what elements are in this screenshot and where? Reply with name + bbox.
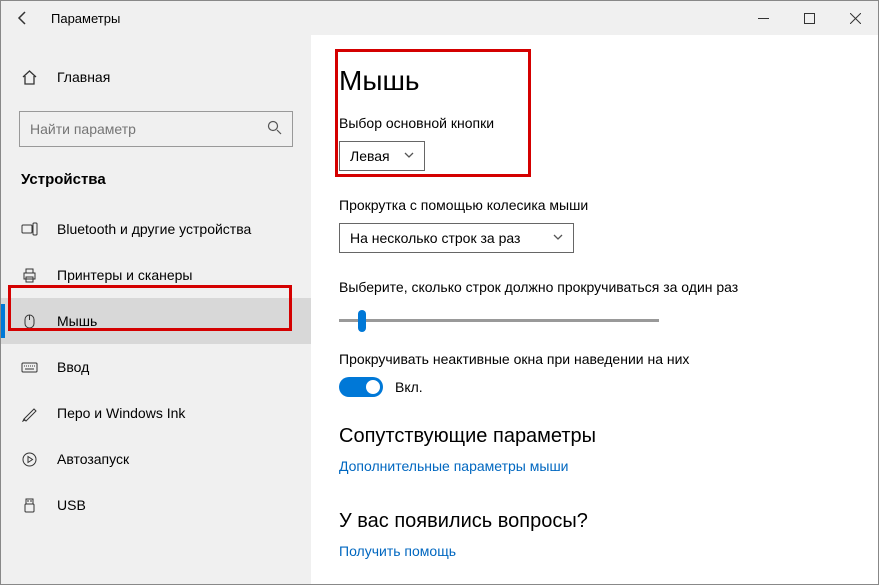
sidebar-item-usb[interactable]: USB bbox=[1, 482, 311, 528]
scroll-dropdown[interactable]: На несколько строк за раз bbox=[339, 223, 574, 253]
dropdown-value: На несколько строк за раз bbox=[350, 230, 520, 246]
printer-icon bbox=[21, 267, 39, 284]
keyboard-icon bbox=[21, 359, 39, 376]
sidebar-item-label: Мышь bbox=[57, 313, 97, 329]
sidebar-item-label: Перо и Windows Ink bbox=[57, 405, 185, 421]
inactive-toggle[interactable] bbox=[339, 377, 383, 397]
sidebar-item-autoplay[interactable]: Автозапуск bbox=[1, 436, 311, 482]
sidebar-item-label: Принтеры и сканеры bbox=[57, 267, 192, 283]
primary-button-label: Выбор основной кнопки bbox=[339, 115, 850, 131]
search-input[interactable] bbox=[30, 121, 244, 137]
lines-label: Выберите, сколько строк должно прокручив… bbox=[339, 279, 850, 295]
back-button[interactable] bbox=[1, 1, 45, 35]
related-link[interactable]: Дополнительные параметры мыши bbox=[339, 458, 850, 474]
scroll-label: Прокрутка с помощью колесика мыши bbox=[339, 197, 850, 213]
chevron-down-icon bbox=[404, 150, 414, 162]
sidebar-item-pen[interactable]: Перо и Windows Ink bbox=[1, 390, 311, 436]
sidebar-item-typing[interactable]: Ввод bbox=[1, 344, 311, 390]
mouse-icon bbox=[21, 313, 39, 330]
chevron-down-icon bbox=[553, 232, 563, 244]
sidebar-home-label: Главная bbox=[57, 69, 110, 85]
search-icon bbox=[267, 120, 282, 139]
sidebar-item-label: Автозапуск bbox=[57, 451, 129, 467]
autoplay-icon bbox=[21, 451, 39, 468]
pen-icon bbox=[21, 405, 39, 422]
close-button[interactable] bbox=[832, 1, 878, 35]
sidebar-home[interactable]: Главная bbox=[1, 57, 311, 97]
sidebar-heading: Устройства bbox=[1, 167, 311, 206]
lines-slider[interactable] bbox=[339, 319, 659, 322]
sidebar: Главная Устройства Bluetooth и другие ус… bbox=[1, 35, 311, 584]
sidebar-item-label: Ввод bbox=[57, 359, 89, 375]
minimize-button[interactable] bbox=[740, 1, 786, 35]
maximize-button[interactable] bbox=[786, 1, 832, 35]
devices-icon bbox=[21, 221, 39, 238]
toggle-label: Вкл. bbox=[395, 379, 423, 395]
sidebar-item-bluetooth[interactable]: Bluetooth и другие устройства bbox=[1, 206, 311, 252]
search-input-wrap[interactable] bbox=[19, 111, 293, 147]
primary-button-dropdown[interactable]: Левая bbox=[339, 141, 425, 171]
sidebar-item-mouse[interactable]: Мышь bbox=[1, 298, 311, 344]
help-heading: У вас появились вопросы? bbox=[339, 510, 850, 533]
sidebar-item-label: USB bbox=[57, 497, 86, 513]
help-link[interactable]: Получить помощь bbox=[339, 543, 850, 559]
page-title: Мышь bbox=[339, 65, 850, 97]
window-title: Параметры bbox=[51, 11, 120, 26]
sidebar-item-printers[interactable]: Принтеры и сканеры bbox=[1, 252, 311, 298]
titlebar: Параметры bbox=[1, 1, 878, 35]
main-panel: Мышь Выбор основной кнопки Левая Прокрут… bbox=[311, 35, 878, 584]
usb-icon bbox=[21, 497, 39, 514]
related-heading: Сопутствующие параметры bbox=[339, 425, 850, 448]
dropdown-value: Левая bbox=[350, 148, 390, 164]
inactive-label: Прокручивать неактивные окна при наведен… bbox=[339, 351, 850, 367]
home-icon bbox=[21, 69, 39, 86]
sidebar-item-label: Bluetooth и другие устройства bbox=[57, 221, 251, 237]
